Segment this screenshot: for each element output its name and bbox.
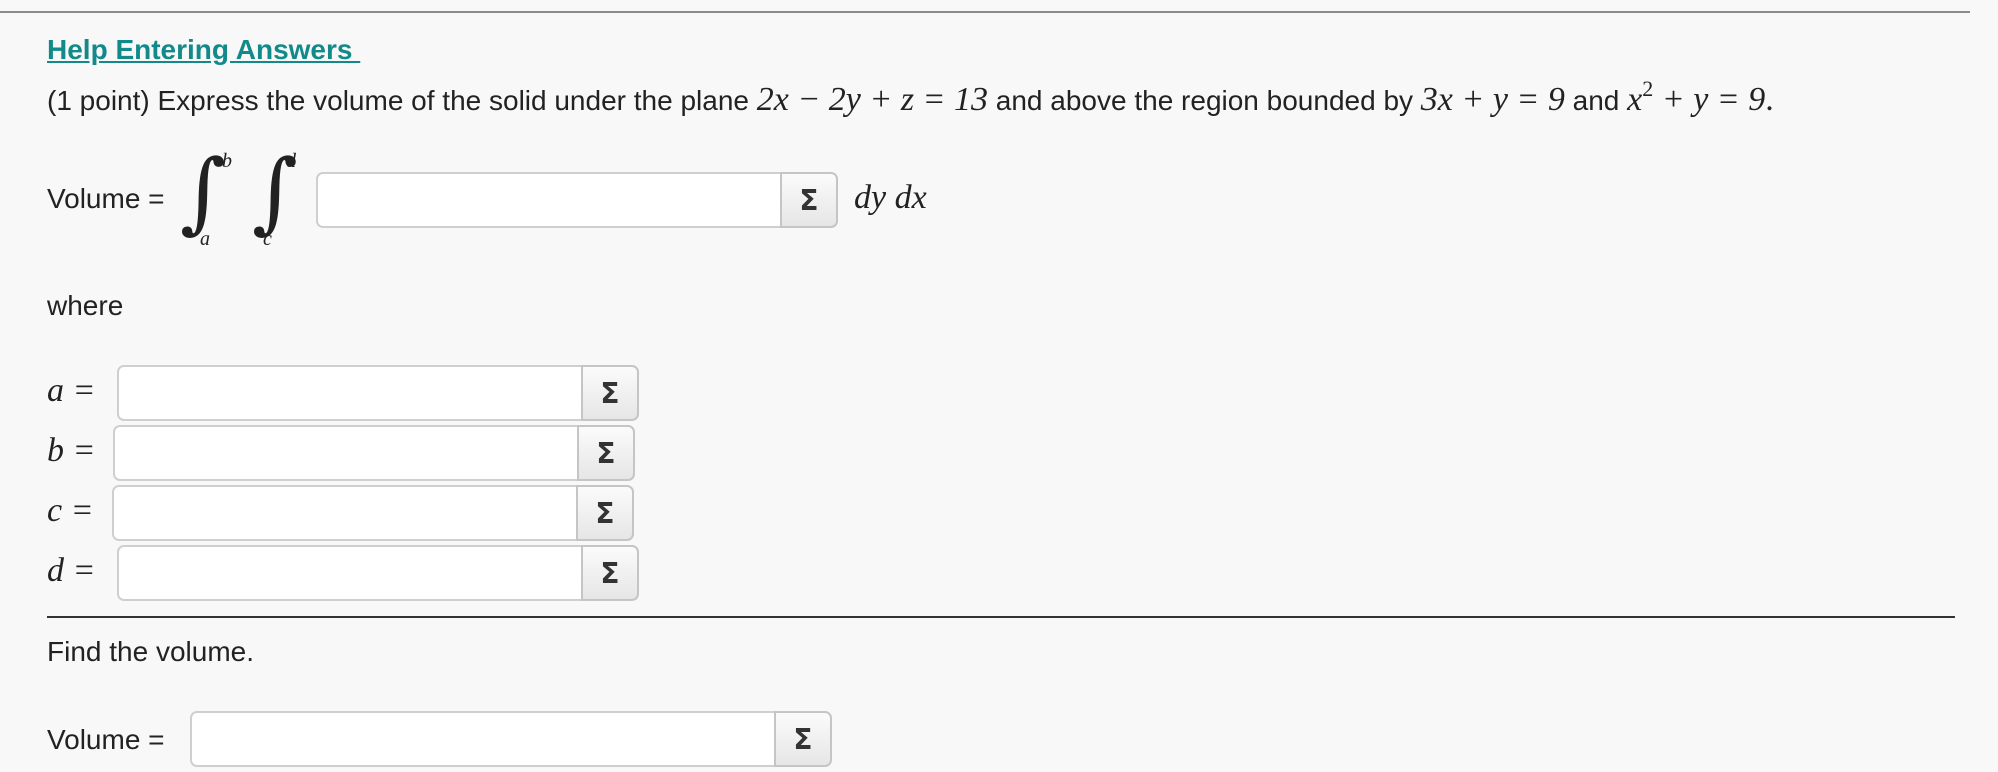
problem-and: and	[1564, 85, 1628, 116]
problem-statement: (1 point) Express the volume of the soli…	[47, 76, 1774, 119]
where-label: where	[47, 290, 124, 321]
bound-c-field: Σ	[112, 485, 634, 541]
bound-b-label: b =	[47, 432, 96, 469]
integrand-field: Σ	[316, 172, 838, 228]
top-divider	[0, 11, 1970, 13]
bound-a-input[interactable]	[117, 365, 581, 421]
bound-b-input[interactable]	[113, 425, 577, 481]
sigma-icon[interactable]: Σ	[576, 485, 634, 541]
bound-b-field: Σ	[113, 425, 635, 481]
parabola-rest: + y = 9	[1653, 81, 1766, 118]
bound-d-label: d =	[47, 552, 96, 589]
volume-integral-label: Volume =	[47, 183, 165, 214]
problem-middle: and above the region bounded by	[988, 85, 1421, 116]
bound-a-label: a =	[47, 372, 96, 409]
sigma-icon[interactable]: Σ	[780, 172, 838, 228]
inner-upper-limit: d	[286, 150, 296, 172]
bound-d-field: Σ	[117, 545, 639, 601]
outer-lower-limit: a	[200, 228, 210, 250]
section-divider	[47, 616, 1955, 618]
line-equation: 3x + y = 9	[1420, 81, 1565, 118]
bound-a-field: Σ	[117, 365, 639, 421]
help-entering-answers-link[interactable]: Help Entering Answers	[47, 34, 360, 66]
final-volume-field: Σ	[190, 711, 832, 767]
bound-c-label: c =	[47, 492, 94, 529]
inner-lower-limit: c	[263, 228, 272, 250]
final-volume-input[interactable]	[190, 711, 774, 767]
sigma-icon[interactable]: Σ	[577, 425, 635, 481]
integrand-input[interactable]	[316, 172, 780, 228]
outer-upper-limit: b	[222, 150, 232, 172]
bound-c-input[interactable]	[112, 485, 576, 541]
sigma-icon[interactable]: Σ	[581, 365, 639, 421]
plane-equation: 2x − 2y + z = 13	[756, 81, 988, 118]
sigma-icon[interactable]: Σ	[581, 545, 639, 601]
sigma-icon[interactable]: Σ	[774, 711, 832, 767]
differentials: dy dx	[854, 179, 927, 216]
parabola-base: x	[1627, 81, 1643, 118]
final-volume-label: Volume =	[47, 724, 165, 755]
problem-prefix: (1 point) Express the volume of the soli…	[47, 85, 757, 116]
outer-integral-sign: ∫	[180, 140, 226, 243]
parabola-exponent: 2	[1642, 76, 1654, 101]
bound-d-input[interactable]	[117, 545, 581, 601]
problem-period: .	[1765, 81, 1774, 118]
find-volume-prompt: Find the volume.	[47, 636, 254, 667]
